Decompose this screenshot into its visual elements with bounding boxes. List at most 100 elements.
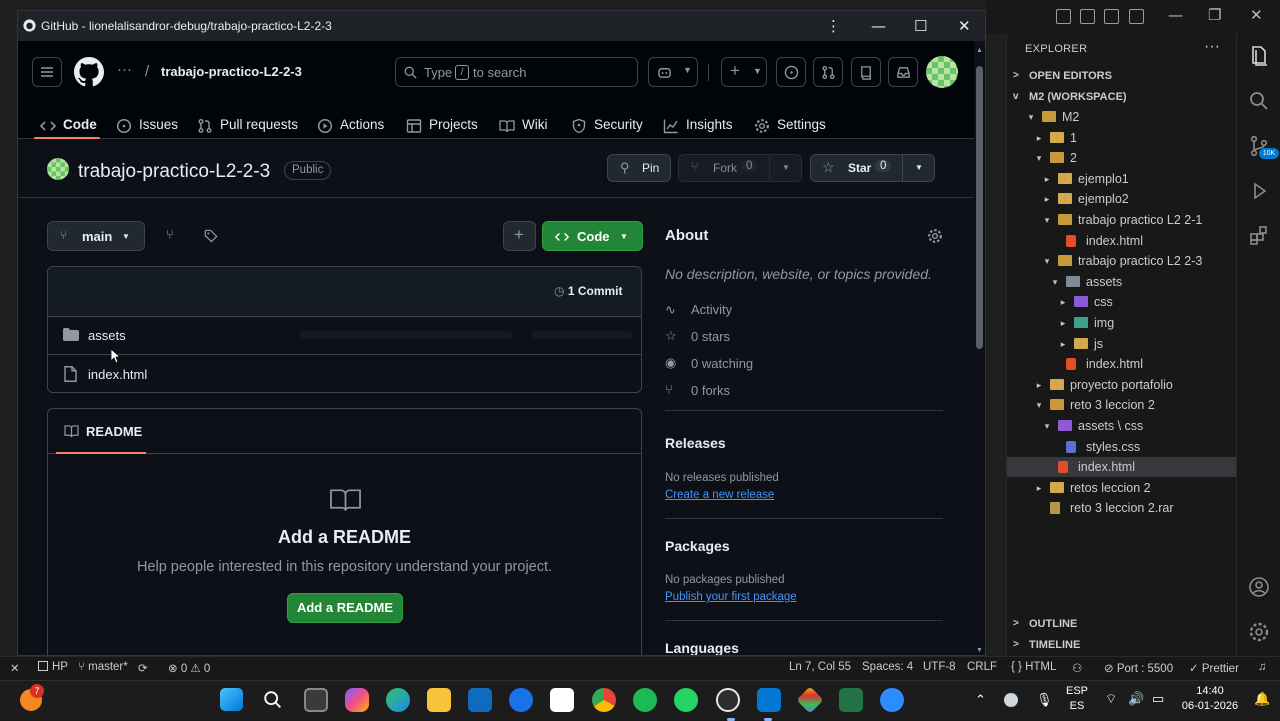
- workspace-section[interactable]: v M2 (WORKSPACE): [1007, 87, 1237, 107]
- notification-bell-icon[interactable]: 🔔: [1254, 691, 1270, 707]
- outline-section[interactable]: > OUTLINE: [1007, 614, 1237, 634]
- pin-button[interactable]: ⚲ Pin: [607, 154, 671, 182]
- file-row-folder[interactable]: assets: [48, 316, 641, 354]
- manage-gear-icon[interactable]: [1247, 620, 1271, 644]
- publish-package-link[interactable]: Publish your first package: [665, 591, 797, 603]
- scroll-down-icon[interactable]: ▼: [976, 647, 983, 654]
- scroll-up-icon[interactable]: ▲: [976, 47, 983, 54]
- language-mode[interactable]: { } HTML: [1011, 661, 1056, 673]
- maximize-icon[interactable]: ☐: [914, 17, 927, 35]
- live-server-port[interactable]: ⊘ Port : 5500: [1104, 661, 1173, 675]
- tree-item[interactable]: ▸ css: [1007, 292, 1237, 312]
- vscode-icon[interactable]: [757, 688, 781, 712]
- zoom-icon[interactable]: [880, 688, 904, 712]
- search-icon[interactable]: [1247, 89, 1271, 113]
- tree-item[interactable]: ▾ assets: [1007, 272, 1237, 292]
- close-icon[interactable]: ✕: [958, 17, 971, 35]
- volume-icon[interactable]: 🔊: [1128, 691, 1144, 707]
- tree-item[interactable]: ▾ reto 3 leccion 2: [1007, 395, 1237, 415]
- tree-item[interactable]: index.html: [1007, 231, 1237, 251]
- scrollbar-thumb[interactable]: [976, 66, 983, 349]
- fork-button[interactable]: ⑂ Fork 0 ▼: [678, 154, 802, 182]
- microsoft-store-icon[interactable]: [468, 688, 492, 712]
- whatsapp-icon[interactable]: [674, 688, 698, 712]
- tree-item[interactable]: ▸ ejemplo2: [1007, 189, 1237, 209]
- search-input[interactable]: Type / to search: [395, 57, 638, 87]
- close-icon[interactable]: ✕: [1250, 6, 1263, 24]
- branch-selector[interactable]: ⑂ main ▼: [47, 221, 145, 251]
- spotify-icon[interactable]: [633, 688, 657, 712]
- clock-date[interactable]: 06-01-2026: [1178, 700, 1242, 712]
- file-explorer-icon[interactable]: [427, 688, 451, 712]
- tree-item[interactable]: ▾ assets \ css: [1007, 416, 1237, 436]
- minimize-icon[interactable]: —: [1168, 6, 1183, 24]
- tree-item[interactable]: reto 3 leccion 2.rar: [1007, 498, 1237, 518]
- add-file-button[interactable]: +: [503, 221, 536, 251]
- hp-indicator[interactable]: HP: [38, 661, 68, 673]
- inbox-button[interactable]: [888, 57, 918, 87]
- figma-like-app-icon[interactable]: [796, 686, 824, 714]
- language-top[interactable]: ESP: [1064, 685, 1090, 697]
- repo-title[interactable]: trabajo-practico-L2-2-3: [78, 161, 270, 183]
- repo-owner-avatar[interactable]: [47, 158, 69, 180]
- snipping-tool-icon[interactable]: [550, 688, 574, 712]
- git-branch[interactable]: ⑂ master*: [78, 661, 128, 673]
- indentation[interactable]: Spaces: 4: [862, 661, 913, 673]
- minimize-icon[interactable]: —: [871, 17, 886, 35]
- prettier-status[interactable]: ✓ Prettier: [1189, 661, 1239, 675]
- breadcrumb-more-icon[interactable]: ···: [117, 61, 132, 78]
- wifi-icon[interactable]: ⌔: [1105, 691, 1117, 707]
- layout-icon[interactable]: [1056, 9, 1071, 24]
- pull-requests-button[interactable]: [813, 57, 843, 87]
- repositories-button[interactable]: [851, 57, 881, 87]
- encoding[interactable]: UTF-8: [923, 661, 956, 673]
- maximize-icon[interactable]: ❐: [1208, 6, 1221, 24]
- timeline-section[interactable]: > TIMELINE: [1007, 635, 1237, 655]
- windows-start-icon[interactable]: [220, 688, 243, 711]
- remote-indicator[interactable]: ✕: [10, 661, 20, 675]
- problems-indicator[interactable]: ⊗ 0 ⚠ 0: [168, 661, 210, 675]
- outlook-icon[interactable]: [509, 688, 533, 712]
- star-button[interactable]: ☆ Star 0 ▼: [810, 154, 935, 182]
- run-debug-icon[interactable]: [1247, 179, 1271, 203]
- chrome-icon[interactable]: [592, 688, 616, 712]
- breadcrumb-repo[interactable]: trabajo-practico-L2-2-3: [161, 64, 302, 79]
- tree-item[interactable]: ▾ trabajo practico L2 2-3: [1007, 251, 1237, 271]
- sync-icon[interactable]: ⟳: [138, 661, 148, 675]
- microphone-icon[interactable]: 🎙: [1036, 692, 1053, 708]
- extensions-icon[interactable]: [1247, 224, 1271, 248]
- tree-item[interactable]: ▾ 2: [1007, 148, 1237, 168]
- tree-item[interactable]: ▸ ejemplo1: [1007, 169, 1237, 189]
- search-icon[interactable]: [262, 689, 284, 711]
- end-of-line[interactable]: CRLF: [967, 661, 997, 673]
- about-settings-gear-icon[interactable]: [927, 228, 943, 244]
- copilot-button[interactable]: ▼: [648, 57, 698, 87]
- branches-button[interactable]: ⑂: [156, 221, 186, 251]
- tree-item[interactable]: ▾ M2: [1007, 107, 1237, 127]
- releases-heading[interactable]: Releases: [665, 435, 726, 451]
- tree-item[interactable]: ▸ 1: [1007, 128, 1237, 148]
- issues-button[interactable]: [776, 57, 806, 87]
- browser-menu-icon[interactable]: ⋮: [826, 17, 841, 35]
- packages-heading[interactable]: Packages: [665, 538, 730, 554]
- language-bottom[interactable]: ES: [1064, 700, 1090, 712]
- tree-item[interactable]: ▾ trabajo practico L2 2-1: [1007, 210, 1237, 230]
- hamburger-menu-button[interactable]: [32, 57, 62, 87]
- more-actions-icon[interactable]: ···: [1204, 38, 1220, 56]
- excel-icon[interactable]: [839, 688, 863, 712]
- add-readme-button[interactable]: Add a README: [287, 593, 403, 623]
- tray-chevron-up-icon[interactable]: ⌃: [975, 692, 986, 708]
- toggle-secondary-sidebar-icon[interactable]: [1129, 9, 1144, 24]
- tree-item[interactable]: index.html: [1007, 354, 1237, 374]
- clock-time[interactable]: 14:40: [1180, 685, 1240, 697]
- tree-item[interactable]: index.html: [1007, 457, 1237, 478]
- toggle-panel-icon[interactable]: [1104, 9, 1119, 24]
- code-dropdown-button[interactable]: Code ▼: [542, 221, 643, 251]
- cursor-position[interactable]: Ln 7, Col 55: [789, 661, 851, 673]
- copilot-app-icon[interactable]: [345, 688, 369, 712]
- tree-item[interactable]: ▸ img: [1007, 313, 1237, 333]
- battery-icon[interactable]: ▭: [1152, 691, 1164, 707]
- github-desktop-icon[interactable]: [716, 688, 740, 712]
- create-new-button[interactable]: + ▼: [721, 57, 767, 87]
- file-row-file[interactable]: index.html: [48, 354, 641, 392]
